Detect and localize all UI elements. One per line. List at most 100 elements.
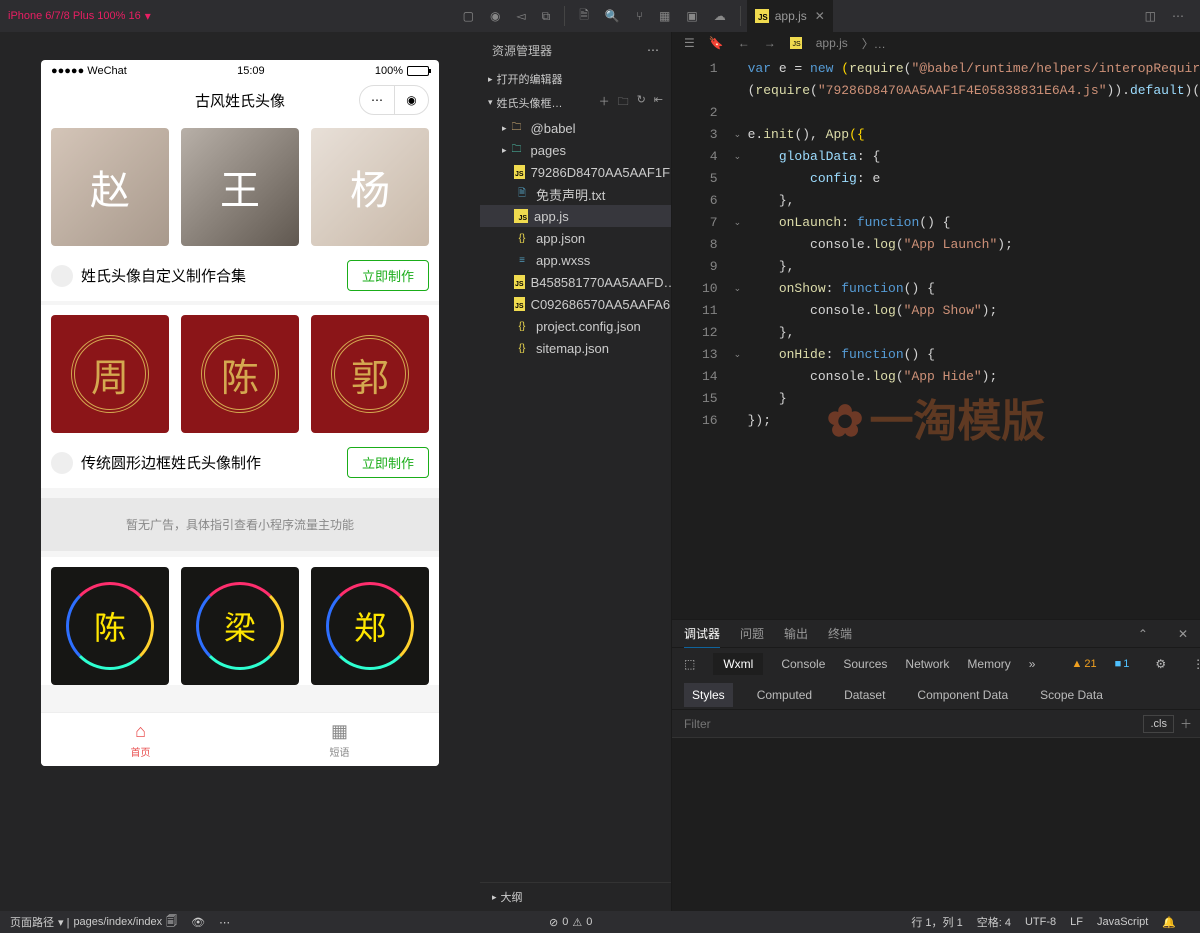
- collapse-icon[interactable]: ⇤: [654, 93, 663, 112]
- cls-button[interactable]: .cls: [1143, 715, 1174, 733]
- mute-icon[interactable]: ◅: [516, 9, 525, 23]
- encoding[interactable]: UTF-8: [1025, 916, 1056, 928]
- file-item[interactable]: 🗎免责声明.txt: [480, 183, 671, 205]
- windows-icon[interactable]: ⧉: [542, 9, 551, 24]
- txt-icon: 🗎: [514, 187, 530, 201]
- file-item[interactable]: JSC092686570AA5AAFA6…: [480, 293, 671, 315]
- open-editors-section[interactable]: ▸打开的编辑器: [480, 68, 671, 90]
- close-icon[interactable]: ✕: [815, 9, 825, 23]
- file-item[interactable]: {}sitemap.json: [480, 337, 671, 359]
- bell-icon[interactable]: 🔔: [1162, 916, 1176, 929]
- menu-icon[interactable]: ⋯: [360, 86, 394, 114]
- more-icon[interactable]: ⋮: [1192, 657, 1200, 671]
- file-item[interactable]: {}app.json: [480, 227, 671, 249]
- files-icon[interactable]: 🗎: [579, 6, 589, 27]
- avatar-thumb[interactable]: 周: [51, 315, 169, 433]
- more-icon[interactable]: ⋯: [219, 916, 230, 929]
- device-icon[interactable]: ▢: [463, 9, 474, 23]
- code-editor[interactable]: 1 2345678910111213141516 ⌄⌄⌄⌄⌄ var e = n…: [672, 54, 1200, 619]
- tab-output[interactable]: 输出: [784, 619, 808, 648]
- json-icon: {}: [514, 319, 530, 333]
- chevron-down-icon[interactable]: ▾: [145, 9, 151, 23]
- outline-section[interactable]: ▸大纲: [480, 882, 671, 911]
- tab-dataset[interactable]: Dataset: [836, 683, 893, 707]
- avatar-thumb[interactable]: 赵: [51, 128, 169, 246]
- warning-badge[interactable]: ▲21: [1071, 658, 1096, 670]
- avatar-thumb[interactable]: 杨: [311, 128, 429, 246]
- inspect-icon[interactable]: ⬚: [684, 657, 695, 671]
- target-icon[interactable]: ◉: [394, 86, 428, 114]
- file-item[interactable]: ≡app.wxss: [480, 249, 671, 271]
- title-bar: iPhone 6/7/8 Plus 100% 16 ▾ ▢ ◉ ◅ ⧉ 🗎 🔍 …: [0, 0, 1200, 32]
- make-button[interactable]: 立即制作: [347, 260, 429, 291]
- avatar-thumb[interactable]: 梁: [181, 567, 299, 685]
- eol[interactable]: LF: [1070, 916, 1083, 928]
- filter-input[interactable]: [680, 713, 1137, 735]
- search-icon[interactable]: 🔍: [605, 9, 620, 23]
- breadcrumb[interactable]: app.js: [816, 36, 848, 50]
- add-icon[interactable]: ＋: [1180, 715, 1192, 732]
- chevron-up-icon[interactable]: ⌃: [1138, 627, 1148, 641]
- device-selector[interactable]: iPhone 6/7/8 Plus 100% 16: [8, 10, 141, 22]
- tab-terminal[interactable]: 终端: [828, 619, 852, 648]
- folder-pages[interactable]: ▸🗀pages: [480, 139, 671, 161]
- tab-network[interactable]: Network: [905, 657, 949, 671]
- info-badge[interactable]: ■1: [1115, 658, 1130, 670]
- more-icon[interactable]: ⋯: [1172, 9, 1184, 23]
- forward-icon[interactable]: →: [764, 36, 776, 50]
- tab-sources[interactable]: Sources: [843, 657, 887, 671]
- avatar-thumb[interactable]: 郑: [311, 567, 429, 685]
- bookmark-icon[interactable]: 🔖: [709, 36, 724, 50]
- toc-icon[interactable]: ☰: [684, 36, 695, 50]
- tab-component-data[interactable]: Component Data: [909, 683, 1016, 707]
- tab-computed[interactable]: Computed: [749, 683, 820, 707]
- editor-tab[interactable]: JS app.js ✕: [747, 0, 833, 32]
- file-item[interactable]: {}project.config.json: [480, 315, 671, 337]
- extensions-icon[interactable]: ▦: [659, 9, 670, 23]
- tab-memory[interactable]: Memory: [967, 657, 1010, 671]
- eye-icon[interactable]: 👁: [191, 916, 205, 929]
- explorer-panel: 资源管理器 ⋯ ▸打开的编辑器 ▾姓氏头像框… ＋🗀↻⇤ ▸🗀@babel ▸🗀…: [480, 32, 672, 911]
- avatar-thumb[interactable]: 郭: [311, 315, 429, 433]
- wxss-icon: ≡: [514, 253, 530, 267]
- tab-debugger[interactable]: 调试器: [684, 619, 720, 648]
- avatar-thumb[interactable]: 王: [181, 128, 299, 246]
- file-item[interactable]: JS79286D8470AA5AAF1F…: [480, 161, 671, 183]
- avatar-thumb[interactable]: 陈: [181, 315, 299, 433]
- back-icon[interactable]: ←: [738, 36, 750, 50]
- make-button[interactable]: 立即制作: [347, 447, 429, 478]
- fold-gutter[interactable]: ⌄⌄⌄⌄⌄: [734, 58, 748, 619]
- project-section[interactable]: ▾姓氏头像框… ＋🗀↻⇤: [480, 90, 671, 115]
- tab-phrases[interactable]: ▦短语: [240, 713, 439, 766]
- tab-scope-data[interactable]: Scope Data: [1032, 683, 1111, 707]
- cloud-icon[interactable]: ☁: [714, 9, 726, 23]
- js-icon: JS: [514, 275, 525, 289]
- tab-home[interactable]: ⌂首页: [41, 713, 240, 766]
- language[interactable]: JavaScript: [1097, 916, 1148, 928]
- record-icon[interactable]: ◉: [490, 9, 500, 23]
- page-path[interactable]: 页面路径 ▾ | pages/index/index 🗐: [10, 913, 177, 932]
- new-file-icon[interactable]: ＋: [599, 93, 610, 112]
- tab-wxml[interactable]: Wxml: [713, 653, 763, 675]
- tab-styles[interactable]: Styles: [684, 683, 733, 707]
- new-folder-icon[interactable]: 🗀: [618, 93, 629, 112]
- debug-icon[interactable]: ▣: [686, 9, 697, 23]
- close-icon[interactable]: ✕: [1178, 627, 1188, 641]
- folder-babel[interactable]: ▸🗀@babel: [480, 117, 671, 139]
- capsule-button[interactable]: ⋯ ◉: [359, 85, 429, 115]
- problems-count[interactable]: ⊘0 ⚠0: [549, 916, 592, 929]
- avatar-thumb[interactable]: 陈: [51, 567, 169, 685]
- tab-console[interactable]: Console: [781, 657, 825, 671]
- gear-icon[interactable]: ⚙: [1155, 657, 1166, 671]
- branch-icon[interactable]: ⑂: [636, 9, 643, 23]
- refresh-icon[interactable]: ↻: [637, 93, 646, 112]
- breadcrumb-more[interactable]: 〉…: [862, 35, 886, 52]
- file-item[interactable]: JSapp.js: [480, 205, 671, 227]
- phone-nav-bar: 古风姓氏头像 ⋯ ◉: [41, 82, 439, 118]
- cursor-pos[interactable]: 行 1，列 1: [911, 914, 962, 930]
- file-item[interactable]: JSB458581770AA5AAFD…: [480, 271, 671, 293]
- more-icon[interactable]: ⋯: [647, 43, 659, 57]
- indent[interactable]: 空格: 4: [977, 914, 1011, 930]
- tab-problems[interactable]: 问题: [740, 619, 764, 648]
- split-icon[interactable]: ◫: [1145, 9, 1156, 23]
